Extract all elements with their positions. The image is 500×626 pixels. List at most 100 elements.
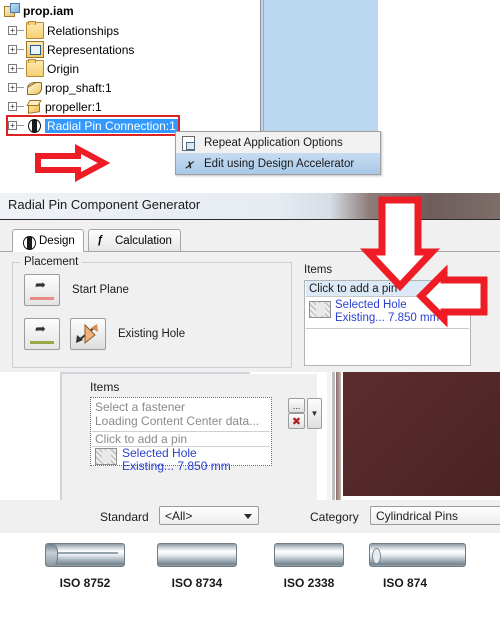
select-fastener-text[interactable]: Select a fastener bbox=[95, 400, 185, 414]
selected-hole-icon bbox=[309, 301, 331, 318]
viewport-divider-2 bbox=[263, 0, 264, 133]
selected-hole-title-3: Selected Hole bbox=[122, 446, 197, 460]
repeat-icon bbox=[180, 135, 198, 151]
viewport-divider bbox=[260, 0, 261, 133]
pin-label: ISO 8752 bbox=[59, 576, 111, 590]
existing-hole-label: Existing Hole bbox=[118, 328, 186, 340]
pin-label: ISO 2338 bbox=[283, 576, 335, 590]
tree-connector bbox=[17, 87, 24, 88]
expander-icon[interactable]: + bbox=[8, 121, 17, 130]
pin-slot bbox=[58, 552, 118, 554]
start-plane-color-bar bbox=[30, 297, 54, 300]
radial-pin-generator-dialog: Radial Pin Component Generator Design ƒ … bbox=[0, 185, 500, 372]
tree-root-label: prop.iam bbox=[23, 3, 74, 18]
tree-item-relationships[interactable]: + Relationships bbox=[8, 21, 120, 39]
tab-calculation[interactable]: ƒ Calculation bbox=[88, 229, 181, 251]
model-browser-tree[interactable]: prop.iam + Relationships + Representatio… bbox=[0, 0, 260, 140]
pin-endcap bbox=[46, 544, 58, 566]
tree-connector bbox=[17, 125, 24, 126]
part-cube-icon bbox=[26, 99, 42, 114]
existing-hole-color-bar bbox=[30, 341, 54, 344]
add-pin-row-3[interactable]: Click to add a pin bbox=[95, 432, 187, 446]
selected-hole-value-3: Existing... 7.850 mm bbox=[122, 459, 231, 473]
tree-connector bbox=[17, 68, 24, 69]
tab-label: Calculation bbox=[115, 234, 172, 247]
tab-design[interactable]: Design bbox=[12, 229, 84, 252]
tree-item-propeller[interactable]: + propeller:1 bbox=[8, 98, 102, 115]
pin-item-0[interactable]: ISO 8752 bbox=[33, 543, 137, 590]
tree-connector bbox=[17, 106, 24, 107]
viewport-blue[interactable] bbox=[260, 0, 378, 133]
flip-direction-button[interactable] bbox=[70, 318, 106, 350]
tree-item-origin[interactable]: + Origin bbox=[8, 59, 80, 77]
tree-item-label: propeller:1 bbox=[45, 99, 102, 114]
tree-item-label: Representations bbox=[47, 42, 135, 57]
dialog-titlebar: Radial Pin Component Generator bbox=[0, 193, 500, 219]
add-pin-row[interactable]: Click to add a pin bbox=[306, 281, 469, 297]
placement-group-title: Placement bbox=[20, 256, 83, 268]
pin-thumbnail-icon bbox=[157, 543, 237, 567]
items-row-separator bbox=[306, 328, 469, 329]
tree-item-prop-shaft[interactable]: + prop_shaft:1 bbox=[8, 79, 112, 96]
context-menu[interactable]: Repeat Application Options 𝑥 Edit using … bbox=[175, 131, 381, 175]
start-plane-label: Start Plane bbox=[72, 284, 129, 296]
browse-fastener-button[interactable]: ... bbox=[288, 398, 305, 413]
fastener-dropdown-button[interactable]: ▼ bbox=[307, 398, 322, 429]
category-dropdown[interactable]: Cylindrical Pins bbox=[370, 506, 500, 525]
standard-dropdown[interactable]: <All> bbox=[159, 506, 259, 525]
scrollbar-track[interactable] bbox=[327, 372, 331, 500]
scrollbar-thumb[interactable] bbox=[332, 372, 335, 500]
tree-item-representations[interactable]: + Representations bbox=[8, 41, 134, 58]
pin-label: ISO 874 bbox=[383, 576, 428, 590]
dialog-body: Design ƒ Calculation Placement ➦ Start P… bbox=[0, 220, 500, 372]
category-label: Category bbox=[310, 510, 359, 524]
start-plane-select-button[interactable]: ➦ bbox=[24, 274, 60, 306]
folder-icon bbox=[26, 59, 44, 77]
expander-icon[interactable]: + bbox=[8, 26, 17, 35]
viewport-maroon[interactable] bbox=[327, 372, 500, 500]
cursor-arrow-icon: ➦ bbox=[35, 322, 46, 337]
expander-icon[interactable]: + bbox=[8, 45, 17, 54]
items-list[interactable]: Click to add a pin Selected Hole Existin… bbox=[304, 280, 471, 366]
expander-icon[interactable]: + bbox=[8, 64, 17, 73]
menu-item-repeat-application-options[interactable]: Repeat Application Options bbox=[176, 132, 380, 153]
pin-item-1[interactable]: ISO 8734 bbox=[145, 543, 249, 590]
expander-icon[interactable]: + bbox=[8, 102, 17, 111]
standard-label: Standard bbox=[100, 510, 149, 524]
tab-label: Design bbox=[39, 235, 75, 247]
browse-button-label: ... bbox=[292, 400, 301, 411]
browser-panel: prop.iam + Relationships + Representatio… bbox=[0, 0, 500, 185]
existing-hole-select-button[interactable]: ➦ bbox=[24, 318, 60, 350]
shaft-part-icon bbox=[26, 80, 42, 95]
loading-content-center-panel: Items Select a fastener Loading Content … bbox=[0, 372, 500, 626]
tree-item-radial-pin-connection[interactable]: + Radial Pin Connection:1 bbox=[6, 115, 180, 136]
items-list-3[interactable]: Select a fastener Loading Content Center… bbox=[90, 397, 272, 473]
viewport-edge bbox=[336, 372, 341, 500]
tree-item-label: Relationships bbox=[47, 23, 120, 38]
pin-item-2[interactable]: ISO 2338 bbox=[257, 543, 361, 590]
assembly-icon bbox=[4, 3, 20, 18]
pin-item-3[interactable]: ISO 874 bbox=[369, 543, 473, 590]
folder-icon bbox=[26, 21, 44, 39]
dialog-title: Radial Pin Component Generator bbox=[8, 197, 201, 212]
chevron-down-icon: ▼ bbox=[310, 409, 319, 418]
selected-hole-value: Existing... 7.850 mm bbox=[335, 312, 440, 324]
selected-hole-title: Selected Hole bbox=[335, 299, 407, 311]
pin-bore bbox=[372, 548, 381, 564]
menu-item-label: Edit using Design Accelerator bbox=[204, 157, 355, 170]
tree-connector bbox=[17, 49, 24, 50]
representations-icon bbox=[26, 41, 44, 58]
tree-item-label: Origin bbox=[47, 61, 80, 76]
tree-root-item[interactable]: prop.iam bbox=[4, 2, 74, 19]
selected-hole-icon-3 bbox=[95, 448, 117, 465]
clear-fastener-button[interactable]: ✖ bbox=[288, 413, 305, 429]
pin-gallery[interactable]: ISO 8752 ISO 8734 ISO 2338 ISO 874 bbox=[0, 533, 500, 626]
design-tab-icon bbox=[21, 235, 36, 250]
loading-content-center-text: Loading Content Center data... bbox=[95, 414, 260, 428]
expander-icon[interactable]: + bbox=[8, 83, 17, 92]
menu-item-edit-using-design-accelerator[interactable]: 𝑥 Edit using Design Accelerator bbox=[176, 153, 380, 174]
tree-connector bbox=[17, 30, 24, 31]
viewport-model-area[interactable] bbox=[343, 372, 500, 496]
flip-arrows-icon bbox=[76, 323, 98, 345]
pin-thumbnail-icon bbox=[369, 543, 466, 567]
